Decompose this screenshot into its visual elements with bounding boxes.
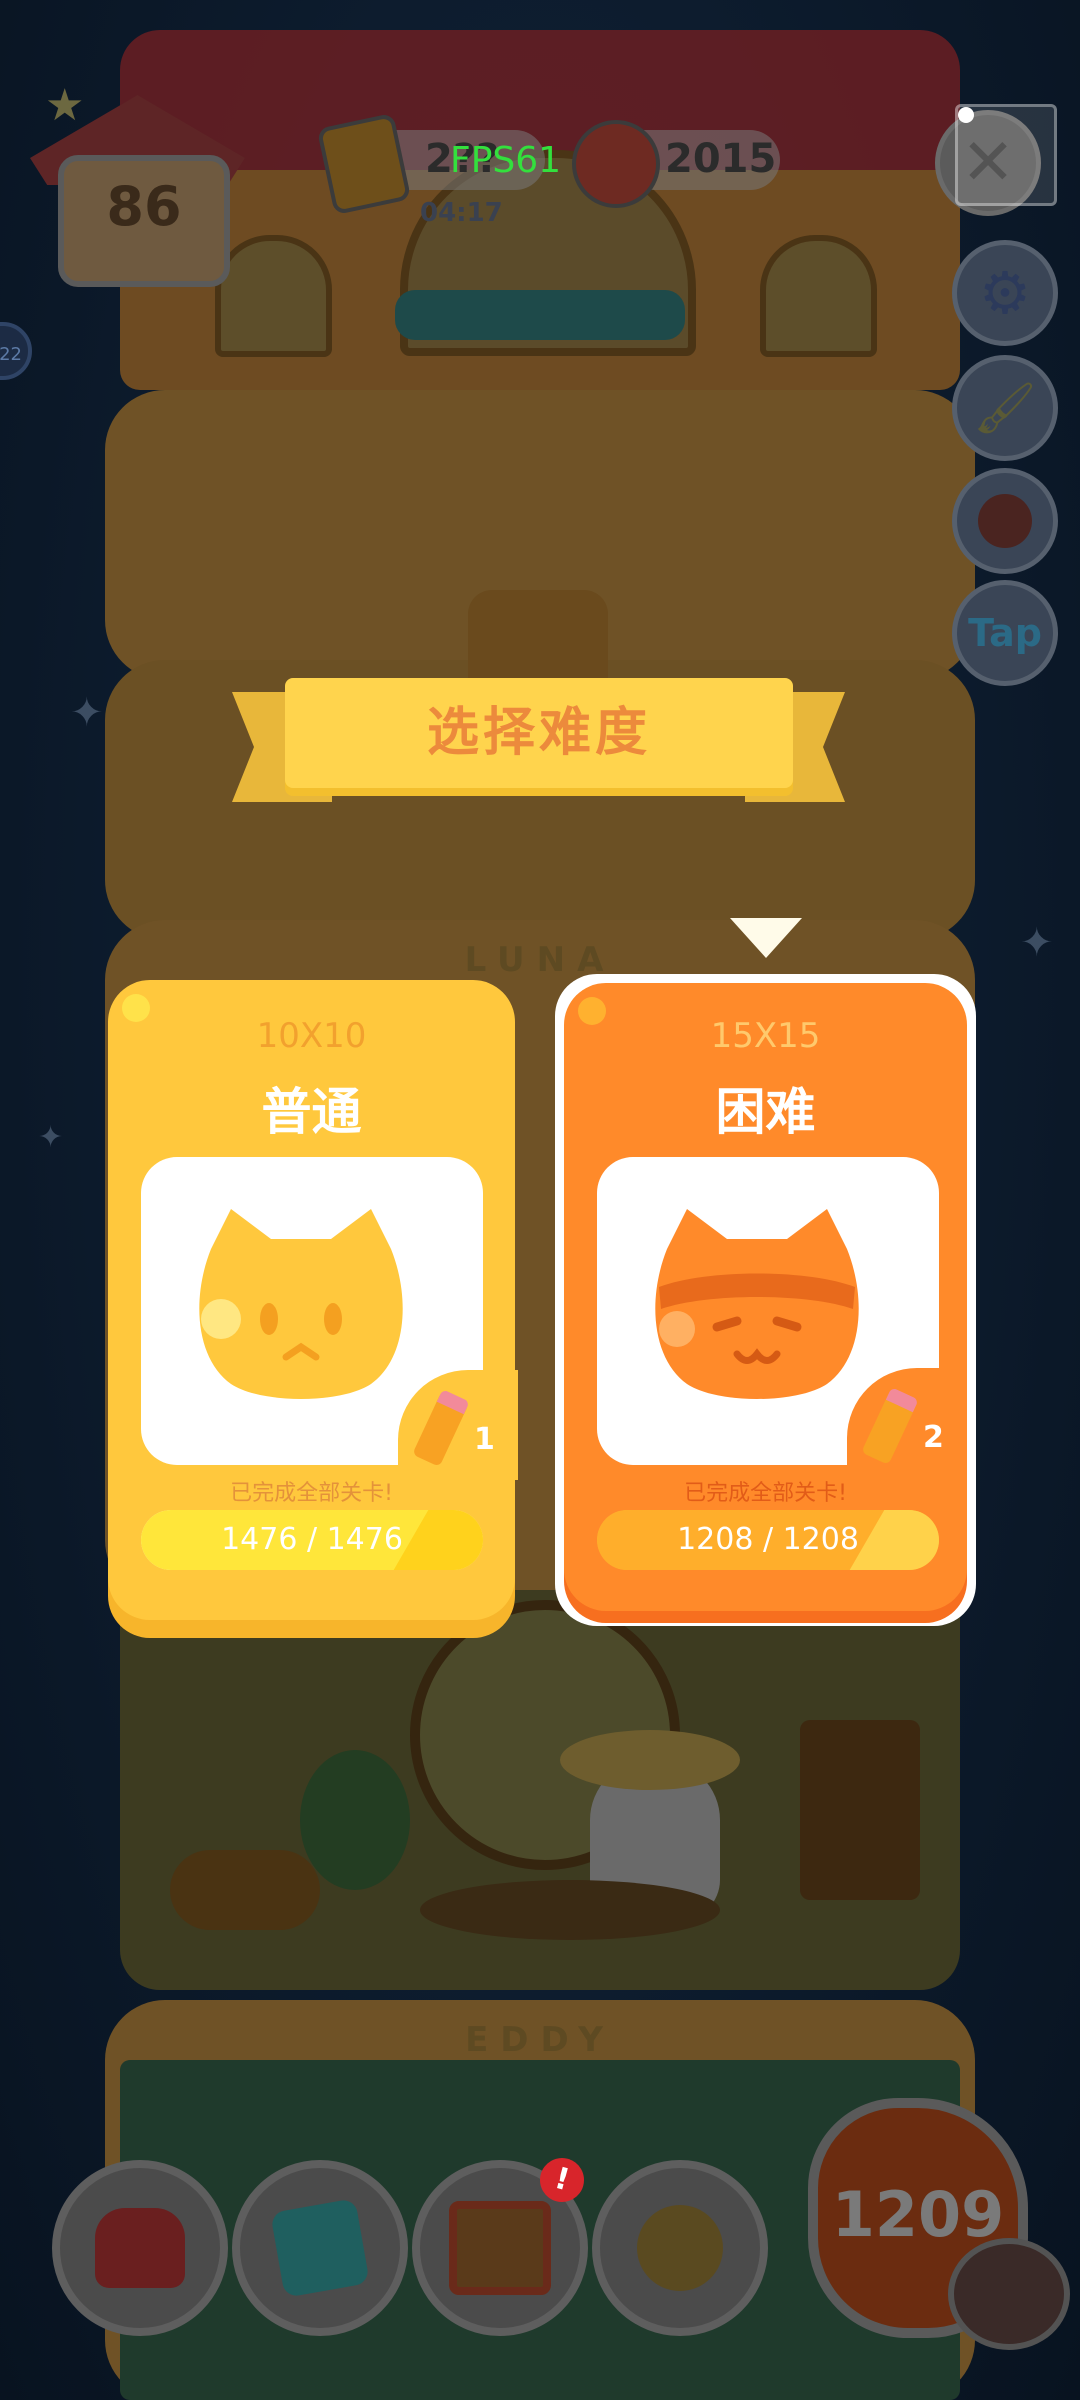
dialog-title: 选择难度	[426, 703, 651, 763]
difficulty-card-normal[interactable]: 10X10 普通 1 已完成全部关卡! 1476 / 1476	[108, 980, 518, 1620]
star-icon: ✦	[70, 690, 104, 736]
progress-bar: 1476 / 1476	[141, 1510, 483, 1570]
pencil-cost: 1	[474, 1422, 495, 1457]
rug	[420, 1880, 720, 1940]
stamp-button[interactable]	[952, 468, 1058, 574]
yellow-cat-face-icon	[199, 1209, 403, 1399]
pencil-icon	[861, 1387, 919, 1465]
orange-cat-face-icon	[655, 1209, 859, 1399]
side-badge-count: 22	[0, 344, 22, 365]
difficulty-card-hard-inner[interactable]: 15X15 困难 2 已完成全部关卡! 1208 / 1208	[564, 983, 967, 1611]
completion-text: 已完成全部关卡!	[684, 1481, 847, 1506]
dialog-title-ribbon: 选择难度	[285, 678, 793, 788]
paint-brush-icon: 🖌	[973, 378, 1037, 437]
armchair-icon	[95, 2208, 185, 2288]
paw-book-icon	[270, 2198, 370, 2298]
side-table	[800, 1720, 920, 1900]
completion-text: 已完成全部关卡!	[230, 1481, 393, 1506]
notification-badge-text: !	[550, 2160, 574, 2199]
pencil-icon	[412, 1389, 470, 1467]
window-plants	[395, 290, 685, 340]
house-level-text: 86	[106, 175, 182, 238]
timer-text: 04:17	[420, 198, 503, 228]
can-count: 2015	[665, 136, 777, 182]
floor-label-eddy: EDDY	[465, 2020, 615, 2060]
grid-size-label: 15X15	[710, 1016, 821, 1056]
star-icon: ✦	[38, 1120, 64, 1155]
furniture-button[interactable]	[52, 2160, 228, 2336]
close-highlight-dot	[958, 107, 974, 123]
difficulty-title: 困难	[715, 1083, 816, 1141]
puzzle-count: 1209	[831, 2178, 1005, 2251]
star-icon: ★	[45, 80, 85, 131]
arched-window-right	[760, 235, 877, 357]
star-icon: ✦	[1020, 920, 1054, 966]
paint-button[interactable]: 🖌	[952, 355, 1058, 461]
straw-hat	[560, 1730, 740, 1790]
cat-head-icon	[948, 2238, 1070, 2350]
gear-icon: ⚙	[979, 259, 1031, 327]
settings-button[interactable]: ⚙	[952, 240, 1058, 346]
tap-button[interactable]: Tap	[952, 580, 1058, 686]
snow-globe-icon	[637, 2205, 723, 2291]
snow-globe-button[interactable]	[592, 2160, 768, 2336]
house-level-badge[interactable]: 86 ★	[30, 80, 245, 287]
progress-bar: 1208 / 1208	[597, 1510, 939, 1570]
selection-arrow-icon	[730, 918, 802, 958]
cat-book-button[interactable]	[232, 2160, 408, 2336]
grid-size-label: 10X10	[256, 1016, 367, 1056]
picture-frame-icon	[449, 2201, 551, 2295]
progress-text: 1476 / 1476	[221, 1522, 403, 1557]
fps-counter: FPS61	[450, 140, 562, 181]
stamp-icon	[978, 494, 1032, 548]
furnished-room	[120, 1590, 960, 1990]
vase-plant	[300, 1750, 410, 1890]
progress-text: 1208 / 1208	[677, 1522, 859, 1557]
cat-food-can-icon	[572, 120, 660, 208]
tap-icon: Tap	[968, 611, 1042, 655]
wooden-log	[170, 1850, 320, 1930]
difficulty-title: 普通	[261, 1083, 362, 1141]
pencil-cost: 2	[923, 1420, 944, 1455]
